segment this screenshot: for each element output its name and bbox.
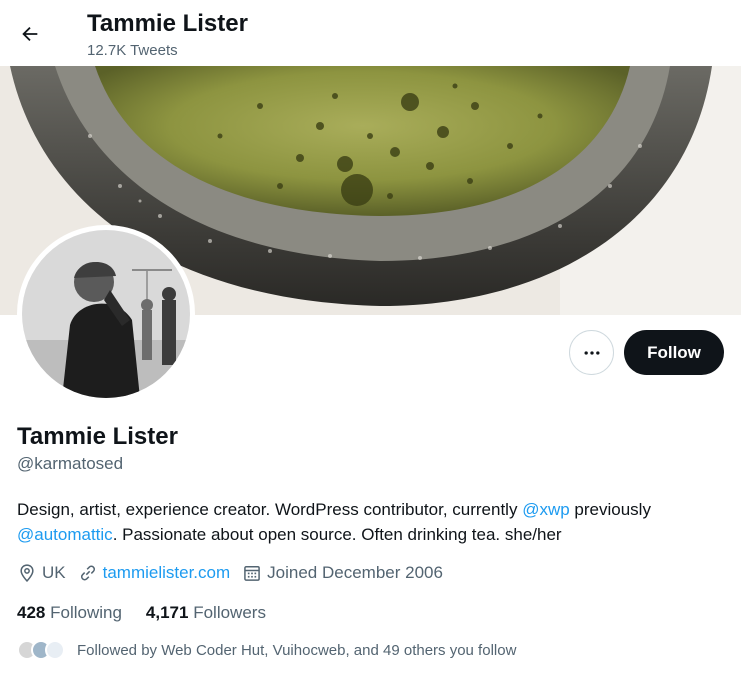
mutual-avatar [45, 640, 65, 660]
page-title: Tammie Lister [87, 10, 248, 37]
bio-text: . Passionate about open source. Often dr… [112, 525, 562, 544]
more-horizontal-icon [584, 350, 599, 355]
more-options-button[interactable] [569, 330, 614, 375]
website: tammielister.com [78, 563, 231, 583]
tweet-count: 12.7K Tweets [87, 42, 178, 59]
profile-handle: @karmatosed [17, 454, 124, 473]
followers-label: Followers [193, 603, 266, 622]
avatar-image [22, 230, 190, 398]
followed-by[interactable]: Followed by Web Coder Hut, Vuihocweb, an… [17, 638, 516, 662]
link-icon [80, 565, 95, 581]
location-pin-icon [20, 564, 34, 582]
website-link[interactable]: tammielister.com [103, 563, 231, 583]
top-bar: Tammie Lister 12.7K Tweets [0, 0, 741, 66]
mutual-avatars [17, 638, 69, 662]
profile-name: Tammie Lister [17, 423, 178, 450]
arrow-left-icon [22, 26, 38, 42]
following-link[interactable]: 428 Following [17, 603, 122, 623]
mention-link[interactable]: @automattic [17, 525, 113, 544]
location: UK [17, 563, 66, 583]
joined-date: Joined December 2006 [242, 563, 443, 583]
follow-button[interactable]: Follow [624, 330, 724, 375]
back-button[interactable] [12, 16, 48, 52]
bio-text: Design, artist, experience creator. Word… [17, 500, 523, 519]
followers-link[interactable]: 4,171 Followers [146, 603, 266, 623]
followed-by-text: Followed by Web Coder Hut, Vuihocweb, an… [77, 641, 517, 659]
following-count: 428 [17, 603, 46, 622]
avatar[interactable] [17, 225, 195, 403]
calendar-icon [244, 566, 260, 581]
location-text: UK [42, 563, 66, 582]
profile-bio: Design, artist, experience creator. Word… [17, 497, 732, 547]
follow-stats: 428 Following 4,171 Followers [17, 602, 290, 624]
mention-link[interactable]: @xwp [522, 500, 570, 519]
following-label: Following [50, 603, 122, 622]
profile-meta: UK tammielister.com Joined December 2006 [17, 561, 455, 585]
joined-text: Joined December 2006 [267, 563, 443, 582]
bio-text: previously [569, 500, 651, 519]
followers-count: 4,171 [145, 603, 189, 622]
